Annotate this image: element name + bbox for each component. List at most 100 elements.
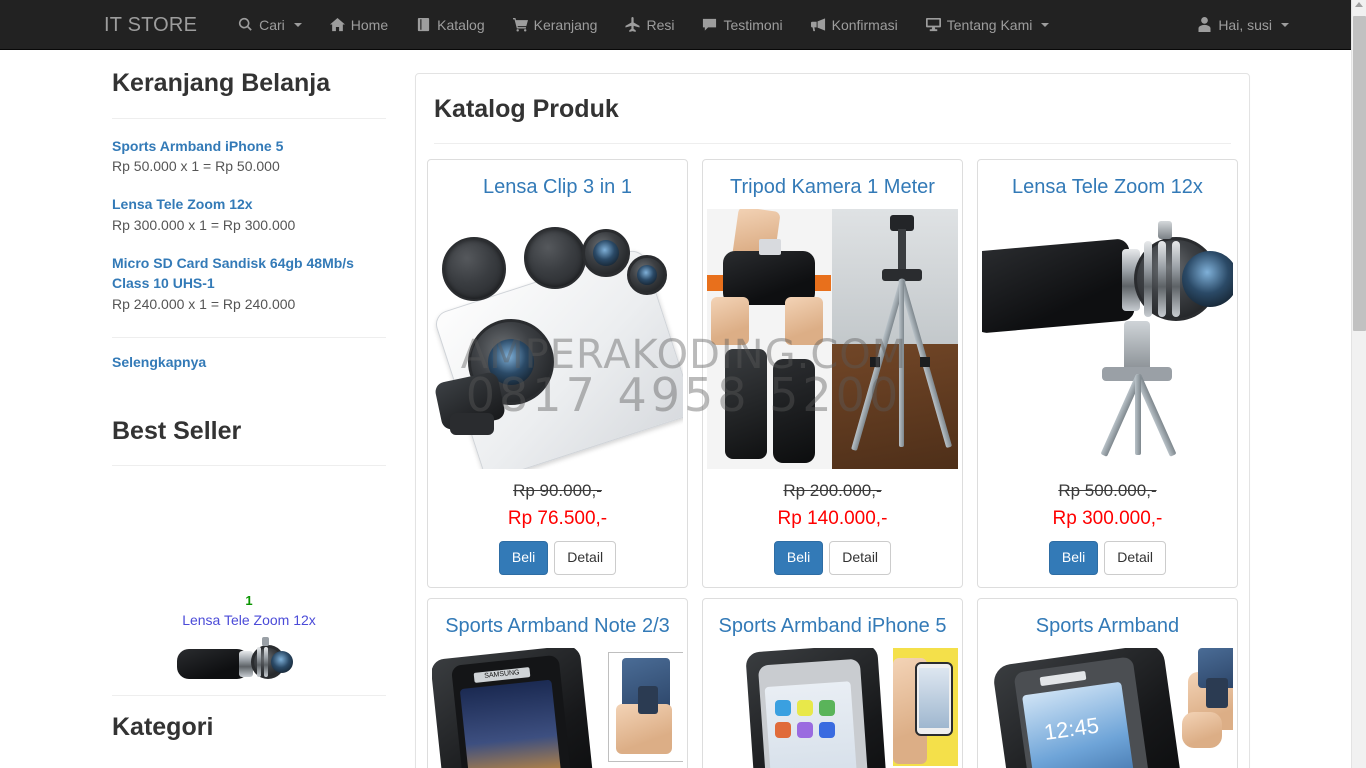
- product-thumbnail: Lensa Tele Zoom 12x Rp 500.000,- Rp 300.…: [976, 158, 1238, 588]
- home-icon: [329, 17, 345, 32]
- scrollbar-thumb[interactable]: [1353, 16, 1366, 331]
- product-grid: Lensa Clip 3 in 1 Rp 90.000,- Rp 76.500,…: [416, 144, 1249, 768]
- detail-button[interactable]: Detail: [554, 540, 617, 575]
- main-content: Katalog Produk Lensa Clip 3 in 1 Rp 90.0…: [394, 50, 1351, 768]
- page-root: IT STORE Cari Home Katalog Keranjang Res…: [0, 0, 1366, 768]
- product-title-link[interactable]: Lensa Tele Zoom 12x: [1008, 164, 1207, 209]
- product-card: Lensa Clip 3 in 1 Rp 90.000,- Rp 76.500,…: [420, 158, 695, 598]
- product-card: Sports Armband iPhone 5: [695, 597, 970, 768]
- divider: [112, 695, 386, 697]
- product-row-2: Sports Armband Note 2/3 SAMSUNG Sports A…: [420, 597, 1245, 768]
- product-actions: Beli Detail: [773, 540, 892, 583]
- best-seller-item: 1 Lensa Tele Zoom 12x: [104, 466, 394, 681]
- cart-item: Lensa Tele Zoom 12x Rp 300.000 x 1 = Rp …: [112, 195, 386, 236]
- product-title-link[interactable]: Sports Armband iPhone 5: [715, 603, 951, 648]
- product-title-link[interactable]: Lensa Clip 3 in 1: [479, 164, 636, 209]
- cart-item: Sports Armband iPhone 5 Rp 50.000 x 1 = …: [112, 137, 386, 178]
- best-seller-rank: 1: [245, 593, 253, 609]
- nav-item-cari-label: Cari: [259, 16, 285, 33]
- nav-item-konfirmasi[interactable]: Konfirmasi: [797, 0, 912, 50]
- product-price-new: Rp 76.500,-: [507, 507, 608, 529]
- nav-item-tentang-kami[interactable]: Tentang Kami: [912, 0, 1064, 50]
- nav-menu: Cari Home Katalog Keranjang Resi Testimo…: [224, 0, 1063, 50]
- search-icon: [238, 17, 253, 32]
- product-thumbnail: Lensa Clip 3 in 1 Rp 90.000,- Rp 76.500,…: [427, 158, 688, 588]
- kategori-title: Kategori: [112, 713, 214, 742]
- product-thumbnail: Sports Armband 12:45: [976, 597, 1238, 768]
- product-actions: Beli Detail: [1048, 540, 1167, 583]
- cart-item: Micro SD Card Sandisk 64gb 48Mb/s Class …: [112, 254, 386, 315]
- product-card: Lensa Tele Zoom 12x Rp 500.000,- Rp 300.…: [970, 158, 1245, 598]
- nav-item-tentang-kami-label: Tentang Kami: [946, 16, 1033, 33]
- book-icon: [416, 17, 431, 32]
- shopping-cart-icon: [512, 17, 528, 32]
- chevron-down-icon: [1281, 22, 1289, 27]
- best-seller-title: Best Seller: [112, 416, 242, 445]
- bullhorn-icon: [810, 17, 826, 32]
- product-card: Tripod Kamera 1 Meter Rp 200.000,- Rp 14…: [695, 158, 970, 598]
- detail-button[interactable]: Detail: [1104, 540, 1167, 575]
- chevron-down-icon: [1041, 22, 1050, 27]
- nav-item-konfirmasi-label: Konfirmasi: [831, 16, 898, 33]
- best-seller-product-link[interactable]: Lensa Tele Zoom 12x: [182, 611, 316, 629]
- plane-icon: [625, 17, 640, 32]
- product-title-link[interactable]: Tripod Kamera 1 Meter: [726, 164, 939, 209]
- product-image[interactable]: [432, 208, 683, 469]
- product-thumbnail: Sports Armband Note 2/3 SAMSUNG: [427, 597, 688, 768]
- product-image[interactable]: [706, 208, 958, 469]
- product-card: Sports Armband 12:45: [970, 597, 1245, 768]
- product-image[interactable]: SAMSUNG: [432, 647, 683, 768]
- buy-button[interactable]: Beli: [1048, 540, 1099, 575]
- best-seller-thumbnail[interactable]: [176, 635, 322, 681]
- brand-logo[interactable]: IT STORE: [104, 15, 212, 35]
- top-navbar: IT STORE Cari Home Katalog Keranjang Res…: [0, 0, 1351, 50]
- product-price-old: Rp 200.000,-: [783, 480, 882, 500]
- product-image[interactable]: 12:45: [981, 647, 1233, 768]
- page-title: Katalog Produk: [434, 95, 619, 123]
- product-title-link[interactable]: Sports Armband Note 2/3: [441, 603, 674, 648]
- user-menu[interactable]: Hai, susi: [1183, 0, 1303, 50]
- cart-item-list: Sports Armband iPhone 5 Rp 50.000 x 1 = …: [104, 119, 394, 315]
- cart-item-name[interactable]: Sports Armband iPhone 5: [112, 137, 386, 157]
- nav-item-keranjang[interactable]: Keranjang: [499, 0, 612, 50]
- product-actions: Beli Detail: [498, 540, 617, 583]
- product-thumbnail: Sports Armband iPhone 5: [701, 597, 963, 768]
- nav-item-testimoni[interactable]: Testimoni: [688, 0, 796, 50]
- product-image[interactable]: [706, 647, 958, 768]
- cart-panel-title: Keranjang Belanja: [112, 69, 331, 97]
- nav-item-home-label: Home: [350, 16, 389, 33]
- buy-button[interactable]: Beli: [773, 540, 824, 575]
- cart-item-detail: Rp 300.000 x 1 = Rp 300.000: [112, 217, 296, 234]
- user-menu-label: Hai, susi: [1218, 16, 1272, 33]
- nav-item-keranjang-label: Keranjang: [533, 16, 598, 33]
- product-price-new: Rp 300.000,-: [1052, 507, 1163, 529]
- detail-button[interactable]: Detail: [829, 540, 892, 575]
- nav-item-resi[interactable]: Resi: [611, 0, 688, 50]
- comment-icon: [702, 17, 717, 32]
- page-container: Keranjang Belanja Sports Armband iPhone …: [0, 50, 1351, 768]
- nav-item-katalog[interactable]: Katalog: [402, 0, 498, 50]
- product-title-link[interactable]: Sports Armband: [1032, 603, 1183, 648]
- cart-item-name[interactable]: Micro SD Card Sandisk 64gb 48Mb/s Class …: [112, 254, 386, 294]
- product-card: Sports Armband Note 2/3 SAMSUNG: [420, 597, 695, 768]
- scroll-up-arrow-icon[interactable]: [1355, 2, 1363, 7]
- sidebar: Keranjang Belanja Sports Armband iPhone …: [104, 50, 394, 752]
- buy-button[interactable]: Beli: [498, 540, 549, 575]
- product-thumbnail: Tripod Kamera 1 Meter Rp 200.000,- Rp 14…: [701, 158, 963, 588]
- vertical-scrollbar[interactable]: [1351, 0, 1366, 768]
- nav-item-cari[interactable]: Cari: [224, 0, 316, 50]
- product-row-1: Lensa Clip 3 in 1 Rp 90.000,- Rp 76.500,…: [420, 158, 1245, 598]
- cart-item-name[interactable]: Lensa Tele Zoom 12x: [112, 195, 386, 215]
- product-price-new: Rp 140.000,-: [777, 507, 888, 529]
- nav-item-resi-label: Resi: [646, 16, 675, 33]
- nav-item-katalog-label: Katalog: [437, 16, 485, 33]
- cart-item-detail: Rp 240.000 x 1 = Rp 240.000: [112, 295, 296, 312]
- nav-item-home[interactable]: Home: [316, 0, 402, 50]
- user-icon: [1197, 17, 1212, 32]
- product-price-old: Rp 500.000,-: [1058, 480, 1157, 500]
- product-price-old: Rp 90.000,-: [513, 480, 602, 500]
- nav-item-testimoni-label: Testimoni: [723, 16, 783, 33]
- cart-more-link[interactable]: Selengkapnya: [112, 354, 206, 370]
- product-image[interactable]: [981, 208, 1233, 469]
- nav-user-area: Hai, susi: [1183, 0, 1351, 50]
